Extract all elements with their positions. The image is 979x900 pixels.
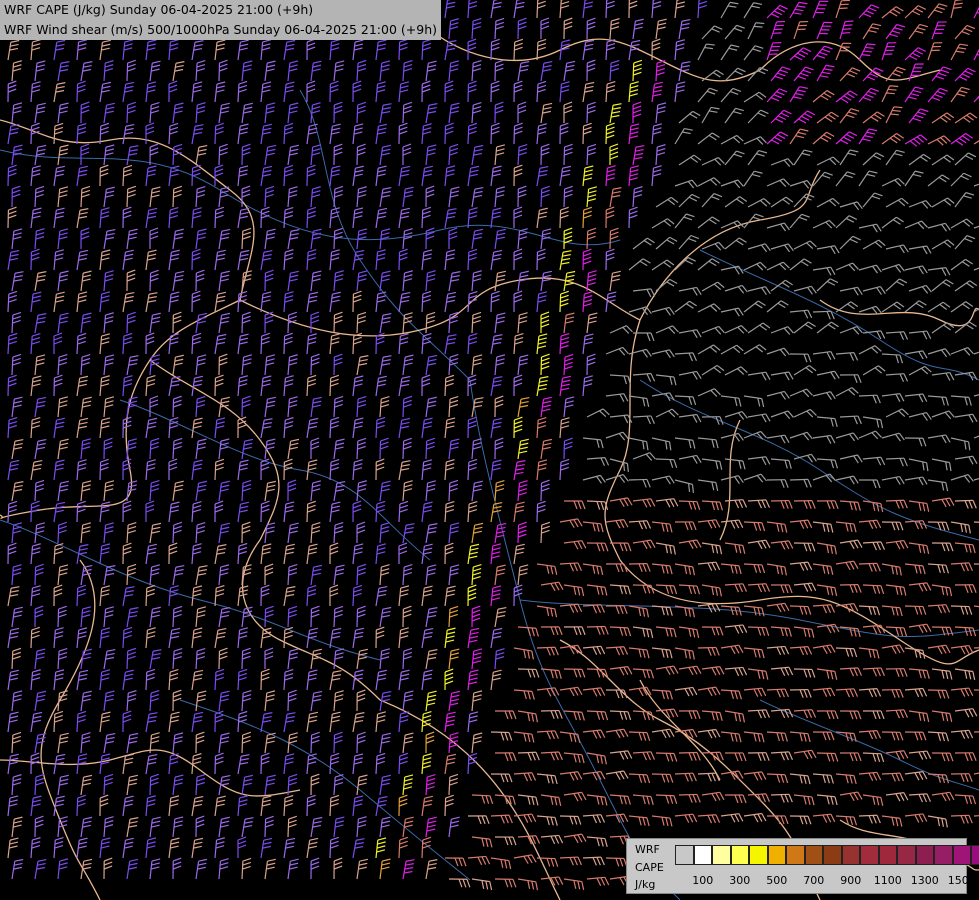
legend-swatch	[786, 845, 805, 865]
title-shear: WRF Wind shear (m/s) 500/1000hPa Sunday …	[4, 22, 437, 37]
legend-swatch	[915, 845, 934, 865]
map-title: WRF CAPE (J/kg) Sunday 06-04-2025 21:00 …	[0, 0, 441, 40]
legend-tick-label: 1500	[947, 874, 976, 887]
legend-tick-label: 700	[803, 874, 825, 887]
legend-swatch	[823, 845, 842, 865]
legend-swatch	[675, 845, 694, 865]
legend-swatch	[712, 845, 731, 865]
legend-tick-label: 1100	[873, 874, 902, 887]
legend-tick-label: 100	[692, 874, 714, 887]
legend-swatch	[860, 845, 879, 865]
legend-swatch	[693, 845, 712, 865]
legend-tick-label: 1300	[910, 874, 939, 887]
legend-swatch	[804, 845, 823, 865]
legend-tick-label: 900	[840, 874, 862, 887]
legend-swatch	[841, 845, 860, 865]
legend-swatch	[897, 845, 916, 865]
title-cape: WRF CAPE (J/kg) Sunday 06-04-2025 21:00 …	[4, 2, 314, 17]
legend-swatch	[952, 845, 971, 865]
weather-map	[0, 0, 979, 900]
legend-label-unit: J/kg	[635, 878, 656, 891]
legend-swatch	[878, 845, 897, 865]
cape-legend: WRF CAPE J/kg 100 300 500 700 900 1100 1300 150…	[626, 838, 979, 894]
legend-tick-label: 300	[729, 874, 751, 887]
legend-label-cape: CAPE	[635, 861, 664, 874]
legend-swatch	[767, 845, 786, 865]
legend-label-wrf: WRF	[635, 843, 660, 856]
legend-swatch	[971, 845, 979, 865]
legend-swatch	[730, 845, 749, 865]
legend-tick-label: 500	[766, 874, 788, 887]
legend-tick-labels: 100 300 500 700 900 1100 1300 1500	[675, 874, 976, 888]
legend-swatch	[934, 845, 953, 865]
legend-color-scale	[675, 845, 979, 865]
legend-swatch	[749, 845, 768, 865]
